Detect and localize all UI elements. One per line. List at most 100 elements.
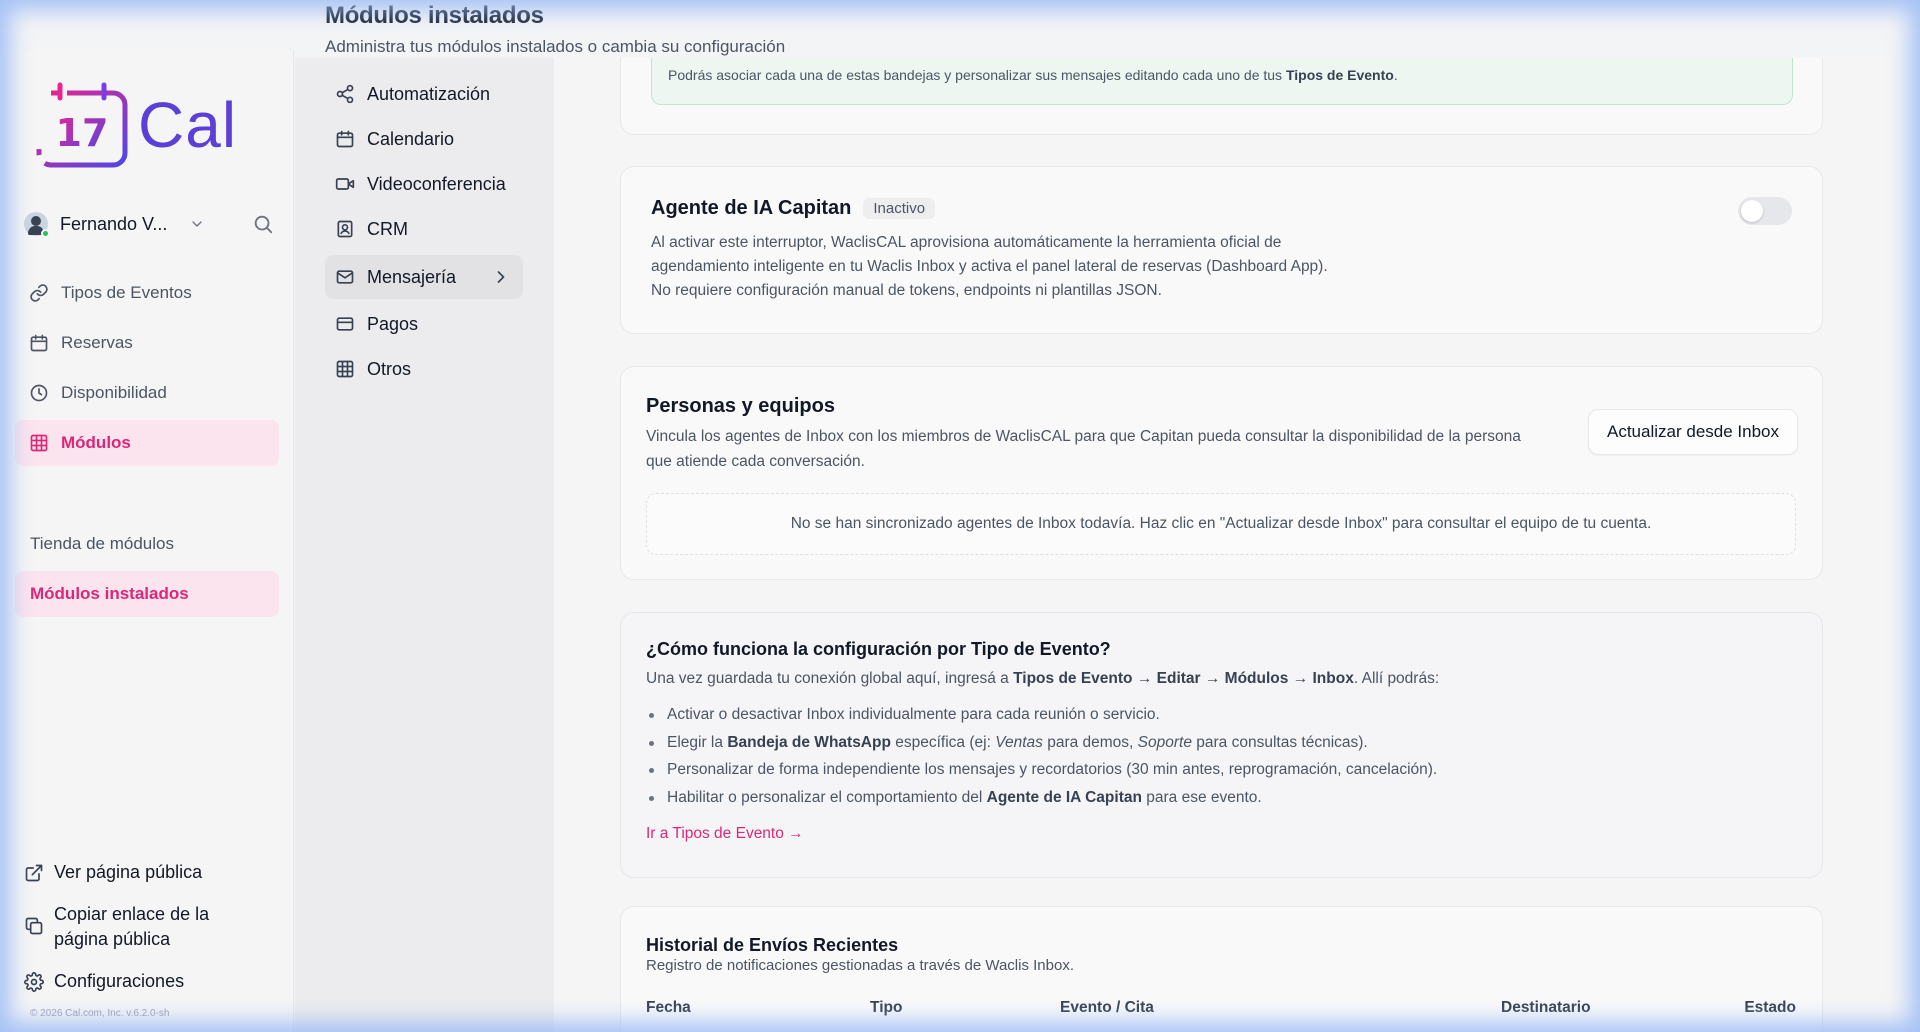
column-header-recipient[interactable]: Destinatario: [1501, 999, 1591, 1017]
sidebar-item-modules[interactable]: Módulos: [15, 420, 279, 466]
main-sidebar: 17 Cal Fernando V... Tipos de Eventos Re…: [0, 50, 294, 1032]
video-icon: [335, 178, 355, 190]
b2-bold: Bandeja de WhatsApp: [727, 733, 891, 751]
subnav-item-label: Otros: [367, 358, 412, 379]
copy-icon: [25, 917, 43, 935]
subnav-item-label: CRM: [367, 218, 408, 239]
ai-agent-toggle[interactable]: [1738, 197, 1792, 225]
logo-text: Cal: [138, 89, 238, 161]
subnav-item-crm[interactable]: CRM: [325, 207, 523, 251]
toggle-knob: [1741, 200, 1763, 222]
b2-prefix: Elegir la: [667, 733, 728, 751]
column-header-status[interactable]: Estado: [1744, 999, 1796, 1017]
subnav-item-automation[interactable]: Automatización: [325, 72, 523, 116]
link-icon: [30, 284, 48, 302]
app-logo[interactable]: 17 Cal: [36, 82, 237, 168]
view-public-page-label: Ver página pública: [54, 862, 203, 882]
history-table-header: Fecha Tipo Evento / Cita Destinatario Es…: [646, 999, 1796, 1023]
sidebar-item-availability[interactable]: Disponibilidad: [15, 370, 279, 416]
list-item: Elegir la Bandeja de WhatsApp específica…: [646, 729, 1796, 757]
ai-agent-description: Al activar este interruptor, WaclisCAL a…: [651, 231, 1371, 303]
b4-suffix: para ese evento.: [1141, 788, 1262, 806]
subnav-item-label: Videoconferencia: [367, 173, 506, 194]
subnav-item-label: Pagos: [367, 313, 419, 334]
grid-icon: [30, 434, 48, 452]
subnav-item-label: Mensajería: [367, 266, 457, 287]
how-it-works-list: Activar o desactivar Inbox individualmen…: [646, 701, 1796, 811]
search-icon[interactable]: [252, 213, 274, 235]
people-teams-title: Personas y equipos: [646, 395, 835, 417]
b2-mid: específica (ej:: [890, 733, 996, 751]
avatar: [24, 212, 50, 238]
how-it-works-card: ¿Cómo funciona la configuración por Tipo…: [620, 612, 1823, 878]
sidebar-item-label: Tipos de Eventos: [61, 283, 192, 302]
sidebar-item-label: Disponibilidad: [61, 383, 167, 402]
ai-agent-card: Agente de IA Capitan Inactivo Al activar…: [620, 166, 1823, 334]
empty-agents-state: No se han sincronizado agentes de Inbox …: [646, 493, 1796, 555]
list-item: Activar o desactivar Inbox individualmen…: [646, 701, 1796, 729]
subnav-item-label: Automatización: [367, 83, 491, 104]
history-subtitle: Registro de notificaciones gestionadas a…: [646, 957, 1075, 974]
online-status-dot: [41, 229, 50, 238]
ai-agent-title: Agente de IA Capitan: [651, 197, 852, 219]
how-it-works-intro: Una vez guardada tu conexión global aquí…: [646, 666, 1796, 691]
view-public-page-link[interactable]: Ver página pública: [24, 860, 202, 885]
subnav-item-payments[interactable]: Pagos: [325, 302, 523, 346]
clock-icon: [30, 384, 48, 402]
ai-agent-header: Agente de IA Capitan Inactivo: [651, 197, 936, 220]
subnav-item-videoconference[interactable]: Videoconferencia: [325, 162, 523, 206]
people-teams-description: Vincula los agentes de Inbox con los mie…: [646, 424, 1556, 474]
column-header-type[interactable]: Tipo: [870, 999, 902, 1017]
credit-card-icon: [336, 317, 354, 331]
subnav-item-label: Calendario: [367, 128, 455, 149]
copy-public-link-button[interactable]: Copiar enlace de la página pública: [24, 902, 224, 952]
b2-mid2: para demos,: [1042, 733, 1138, 751]
ai-agent-desc-line: Al activar este interruptor, WaclisCAL a…: [651, 234, 1282, 251]
chevron-right-icon: [497, 271, 505, 283]
sidebar-item-label: Módulos instalados: [30, 584, 189, 603]
sidebar-item-installed-modules[interactable]: Módulos instalados: [15, 571, 279, 617]
history-card: Historial de Envíos Recientes Registro d…: [620, 906, 1823, 1032]
note-suffix: .: [1393, 67, 1398, 83]
user-menu[interactable]: Fernando V...: [24, 208, 274, 240]
history-title: Historial de Envíos Recientes: [646, 935, 899, 955]
column-header-event[interactable]: Evento / Cita: [1060, 999, 1154, 1017]
mail-icon: [336, 270, 354, 284]
intro-bold: Tipos de Evento → Editar → Módulos → Inb…: [1013, 670, 1354, 687]
subnav-item-calendar[interactable]: Calendario: [325, 117, 523, 161]
b4-prefix: Habilitar o personalizar el comportamien…: [667, 788, 987, 806]
main-content[interactable]: Podrás asociar cada una de estas bandeja…: [554, 58, 1854, 1032]
people-desc-line: Vincula los agentes de Inbox con los mie…: [646, 428, 1521, 445]
copyright-text: © 2026 Cal.com, Inc. v.6.2.0-sh: [30, 1008, 170, 1019]
share-icon: [336, 84, 354, 104]
note-bold: Tipos de Evento: [1285, 67, 1394, 83]
calendar-icon: [336, 130, 354, 148]
subnav-item-others[interactable]: Otros: [325, 347, 523, 391]
page-header: Módulos instalados Administra tus módulo…: [325, 2, 785, 57]
go-to-event-types-link[interactable]: Ir a Tipos de Evento →: [646, 825, 804, 843]
page-scrollbar-track[interactable]: [1854, 58, 1892, 1032]
sync-from-inbox-button[interactable]: Actualizar desde Inbox: [1588, 409, 1798, 455]
ai-agent-desc-line: agendamiento inteligente en tu Waclis In…: [651, 258, 1328, 275]
subnav-item-messaging[interactable]: Mensajería: [325, 255, 523, 299]
calendar-logo-icon: 17: [36, 82, 128, 168]
settings-link[interactable]: Configuraciones: [24, 969, 184, 994]
intro-text: Una vez guardada tu conexión global aquí…: [646, 670, 1014, 687]
intro-suffix: . Allí podrás:: [1353, 670, 1440, 687]
grid-icon: [336, 360, 354, 378]
column-header-date[interactable]: Fecha: [646, 999, 691, 1017]
b2-em1: Ventas: [995, 733, 1043, 751]
how-it-works-title: ¿Cómo funciona la configuración por Tipo…: [646, 639, 1111, 659]
page-subtitle: Administra tus módulos instalados o camb…: [325, 37, 786, 56]
copy-public-link-label: Copiar enlace de la página pública: [54, 904, 210, 949]
sidebar-item-module-store[interactable]: Tienda de módulos: [15, 521, 279, 567]
b2-em2: Soporte: [1137, 733, 1192, 751]
user-name: Fernando V...: [60, 213, 168, 234]
sidebar-item-bookings[interactable]: Reservas: [15, 320, 279, 366]
sidebar-item-event-types[interactable]: Tipos de Eventos: [15, 270, 279, 316]
gear-icon: [24, 972, 44, 992]
sidebar-item-label: Reservas: [61, 333, 133, 352]
status-badge: Inactivo: [863, 198, 936, 219]
chevron-down-icon[interactable]: [189, 216, 205, 232]
list-item: Personalizar de forma independiente los …: [646, 756, 1796, 784]
